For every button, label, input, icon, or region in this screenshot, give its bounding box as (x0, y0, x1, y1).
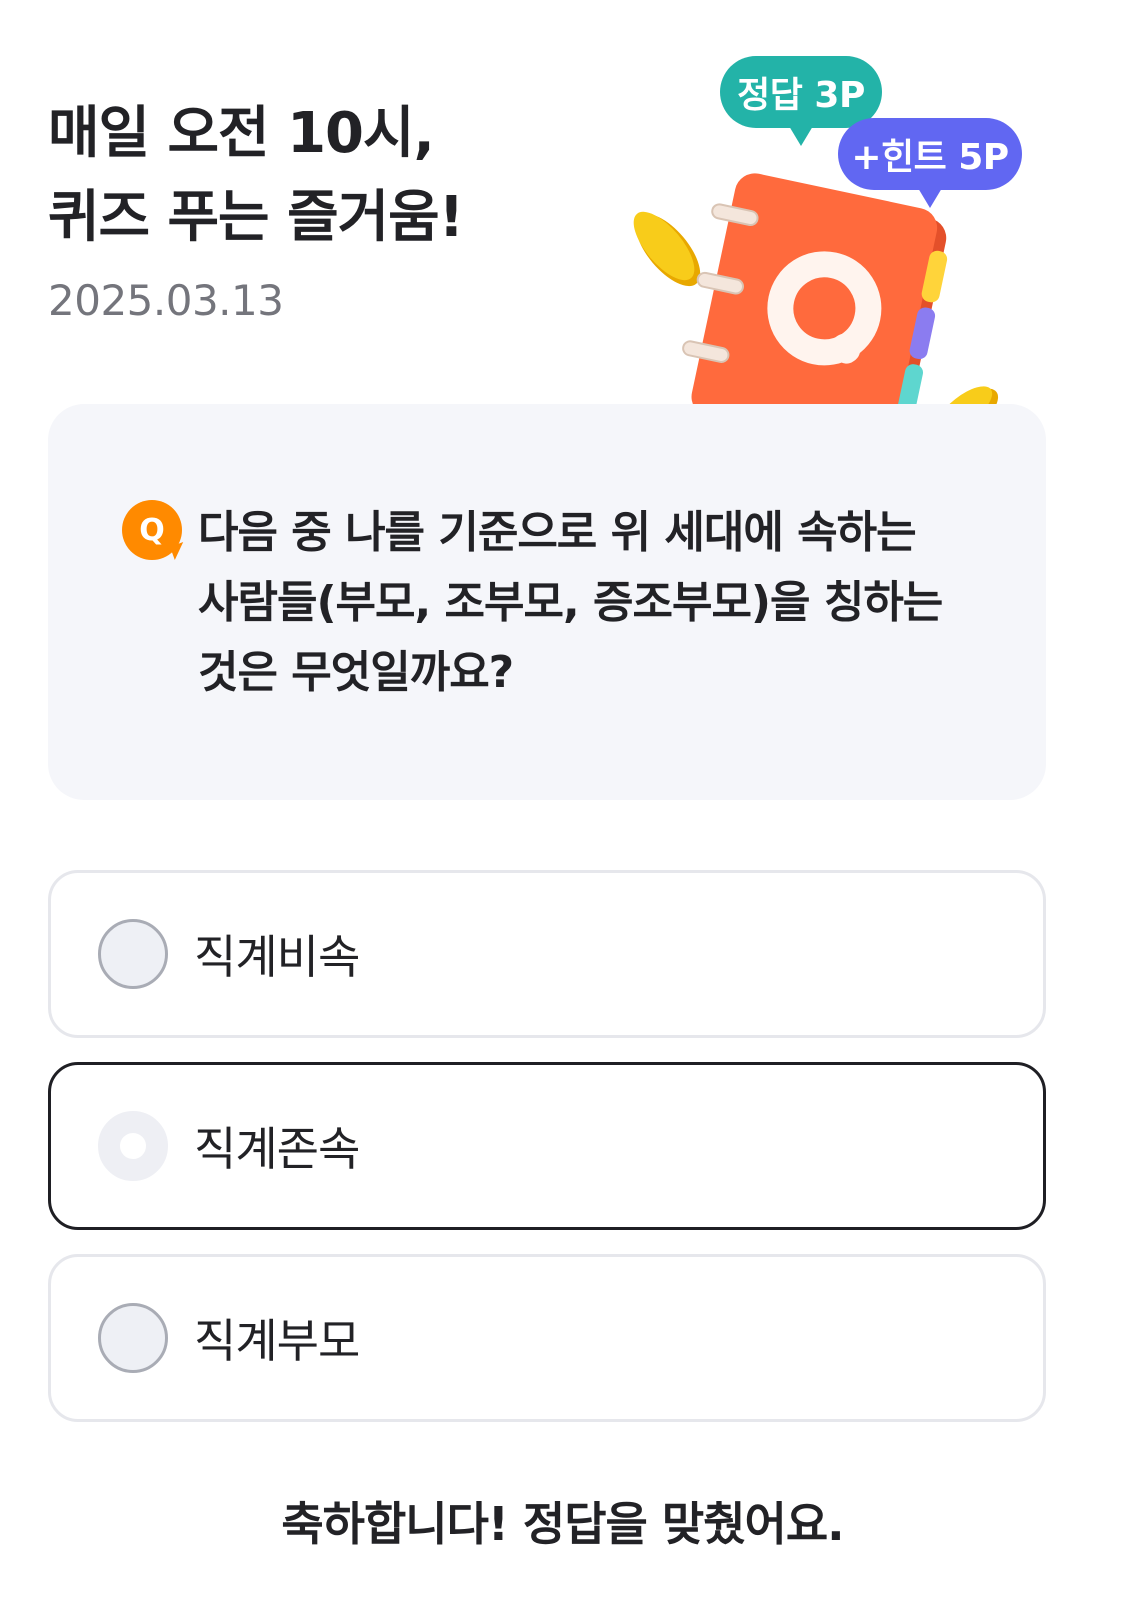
answer-option-label: 직계부모 (194, 1314, 360, 1368)
question-text: 다음 중 나를 기준으로 위 세대에 속하는 사람들(부모, 조부모, 증조부모… (198, 498, 988, 708)
page-title: 매일 오전 10시, 퀴즈 푸는 즐거움! (48, 92, 464, 260)
radio-unchecked-icon[interactable] (98, 1303, 168, 1373)
question-line: 다음 중 나를 기준으로 위 세대에 속하는 (198, 507, 917, 558)
result-message: 축하합니다! 정답을 맞췄어요. (281, 1497, 844, 1551)
answer-option-1[interactable]: 직계비속 (48, 870, 1046, 1038)
radio-unchecked-icon[interactable] (98, 919, 168, 989)
title-line-2: 퀴즈 푸는 즐거움! (48, 185, 464, 250)
quiz-page: 매일 오전 10시, 퀴즈 푸는 즐거움! 2025.03.13 정답 3P +… (0, 0, 1125, 1614)
radio-checked-icon[interactable] (98, 1111, 168, 1181)
answer-option-label: 직계존속 (194, 1122, 360, 1176)
answer-option-3[interactable]: 직계부모 (48, 1254, 1046, 1422)
answer-points-badge: 정답 3P (720, 56, 882, 146)
title-line-1: 매일 오전 10시, (48, 101, 435, 166)
question-card: Q 다음 중 나를 기준으로 위 세대에 속하는 사람들(부모, 조부모, 증조… (48, 404, 1046, 800)
answer-option-2[interactable]: 직계존속 (48, 1062, 1046, 1230)
question-badge-icon: Q (122, 500, 182, 560)
hint-points-badge: +힌트 5P (838, 118, 1022, 208)
question-line: 것은 무엇일까요? (198, 647, 514, 698)
answer-option-label: 직계비속 (194, 930, 360, 984)
quiz-date: 2025.03.13 (48, 276, 284, 325)
question-line: 사람들(부모, 조부모, 증조부모)을 칭하는 (198, 577, 943, 628)
